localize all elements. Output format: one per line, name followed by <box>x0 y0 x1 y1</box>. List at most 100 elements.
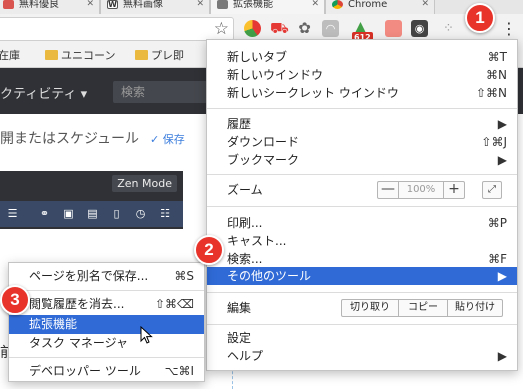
menu-separator <box>207 174 517 175</box>
menu-item-label: 新しいシークレット ウインドウ <box>227 86 399 100</box>
menu-item-shortcut: ⌘P <box>487 216 507 230</box>
menu-separator <box>9 290 204 291</box>
search-input[interactable]: 検索 <box>113 81 213 103</box>
submenu-item-task-manager[interactable]: タスク マネージャ <box>9 334 204 353</box>
menu-item-label: 閲覧履歴を消去... <box>29 297 125 311</box>
bookmark-label: 在庫 <box>0 49 20 62</box>
zoom-out-button[interactable]: — <box>378 182 398 198</box>
submenu-item-extensions[interactable]: 拡張機能 <box>9 315 204 334</box>
submenu-arrow-icon: ▶ <box>497 117 507 131</box>
omnibox[interactable]: ☆ <box>0 17 234 41</box>
productivity-dropdown[interactable]: クティビティ ▾ <box>0 83 87 102</box>
menu-item-downloads[interactable]: ダウンロード ⇧⌘J <box>207 133 517 151</box>
puzzle-icon <box>217 0 228 9</box>
submenu-item-save-page[interactable]: ページを別名で保存... ⌘S <box>9 267 204 286</box>
close-icon[interactable]: ✕ <box>421 0 429 9</box>
menu-item-label: タスク マネージャ <box>29 336 128 350</box>
editor-toolbar: Zen Mode ☰ ⚭ ▣ ▤ ▯ ◷ ☷ <box>0 171 183 229</box>
bookmark-folder[interactable]: ユニコーン <box>45 48 115 64</box>
paste-button[interactable]: 貼り付け <box>448 300 502 316</box>
chrome-logo-icon <box>332 0 343 9</box>
close-icon[interactable]: ✕ <box>311 0 319 9</box>
menu-item-label: 新しいウインドウ <box>227 68 324 82</box>
clock-icon[interactable]: ◷ <box>134 207 147 220</box>
image-icon[interactable]: ▣ <box>62 207 75 220</box>
menu-item-shortcut: ⌘F <box>488 252 507 266</box>
close-icon[interactable]: ✕ <box>196 0 204 9</box>
close-icon[interactable]: ✕ <box>86 0 94 9</box>
step-badge-1: 1 <box>465 3 495 33</box>
menu-item-print[interactable]: 印刷... ⌘P <box>207 214 517 232</box>
copy-button[interactable]: コピー <box>398 300 448 316</box>
submenu-arrow-icon: ▶ <box>497 269 507 283</box>
menu-item-shortcut: ⌘N <box>486 68 507 82</box>
indent-icon[interactable]: ☰ <box>6 207 19 220</box>
menu-item-more-tools[interactable]: その他のツール ▶ <box>207 267 517 285</box>
bookmark-label: ユニコーン <box>61 49 116 62</box>
more-tools-submenu: ページを別名で保存... ⌘S 閲覧履歴を消去... ⇧⌘⌫ 拡張機能 タスク … <box>8 262 205 382</box>
menu-item-bookmarks[interactable]: ブックマーク ▶ <box>207 151 517 169</box>
tab-1[interactable]: 無料優良 ✕ <box>0 0 100 14</box>
tab-2[interactable]: W 無料画像 ✕ <box>100 0 210 14</box>
favicon-red-icon <box>3 0 14 9</box>
tab-3[interactable]: 拡張機能 ✕ <box>210 0 325 14</box>
menu-item-label: 印刷... <box>227 216 263 230</box>
step-badge-2: 2 <box>194 235 224 265</box>
menu-item-help[interactable]: ヘルプ ▶ <box>207 347 517 365</box>
bookmark-folder[interactable]: プレ即 <box>135 48 184 64</box>
menu-item-cast[interactable]: キャスト... <box>207 232 517 250</box>
menu-item-find[interactable]: 検索... ⌘F <box>207 250 517 268</box>
menu-item-label: ダウンロード <box>227 135 300 149</box>
menu-item-new-window[interactable]: 新しいウインドウ ⌘N <box>207 66 517 84</box>
fullscreen-icon[interactable]: ⤢ <box>482 181 502 199</box>
step-badge-3: 3 <box>0 285 30 315</box>
folder-icon <box>135 50 148 60</box>
menu-item-new-incognito[interactable]: 新しいシークレット ウインドウ ⇧⌘N <box>207 84 517 102</box>
menu-item-label: 編集 <box>227 301 252 315</box>
menu-separator <box>207 324 517 325</box>
tab-4-label: Chrome <box>348 0 388 10</box>
bulb-extension-icon[interactable]: ◉ <box>411 20 428 37</box>
document-icon[interactable]: ▯ <box>110 207 123 220</box>
pie-chart-extension-icon[interactable] <box>244 20 261 37</box>
menu-item-shortcut: ⌥⌘I <box>164 364 194 378</box>
cart-extension-icon[interactable]: ⛟ <box>270 20 289 37</box>
flower-extension-icon[interactable]: ✿ <box>296 20 313 37</box>
save-button[interactable]: ✓ 保存 <box>150 131 185 147</box>
grid-extension-icon[interactable]: ⁘ <box>440 20 457 37</box>
bookmark-star-icon[interactable]: ☆ <box>214 19 229 39</box>
tab-3-label: 拡張機能 <box>233 0 273 10</box>
zoom-in-button[interactable]: + <box>444 182 464 198</box>
menu-item-history[interactable]: 履歴 ▶ <box>207 115 517 133</box>
zen-mode-button[interactable]: Zen Mode <box>112 175 177 192</box>
rss-extension-icon[interactable]: ◠ <box>322 20 339 37</box>
menu-item-label: ヘルプ <box>227 349 264 363</box>
zoom-control: — 100% + <box>377 181 465 199</box>
menu-item-new-tab[interactable]: 新しいタブ ⌘T <box>207 48 517 66</box>
link-icon[interactable]: ⚭ <box>38 207 51 220</box>
chrome-main-menu: 新しいタブ ⌘T 新しいウインドウ ⌘N 新しいシークレット ウインドウ ⇧⌘N… <box>206 39 518 371</box>
chrome-menu-icon[interactable]: ⋮ <box>500 19 518 39</box>
menu-item-label: ページを別名で保存... <box>29 269 149 283</box>
submenu-item-developer-tools[interactable]: デベロッパー ツール ⌥⌘I <box>9 362 204 381</box>
tab-strip: 無料優良 ✕ W 無料画像 ✕ 拡張機能 ✕ Chrome ✕ <box>0 0 523 14</box>
menu-item-label: 新しいタブ <box>227 50 288 64</box>
submenu-item-clear-history[interactable]: 閲覧履歴を消去... ⇧⌘⌫ <box>9 295 204 314</box>
menu-separator <box>207 292 517 293</box>
menu-item-label: 検索... <box>227 252 263 266</box>
face-extension-icon[interactable] <box>385 20 402 37</box>
menu-separator <box>207 108 517 109</box>
video-icon[interactable]: ▤ <box>86 207 99 220</box>
bookmark-item[interactable]: 在庫 <box>0 48 20 64</box>
table-icon[interactable]: ☷ <box>156 207 174 220</box>
editor-icons-row: ☰ ⚭ ▣ ▤ ▯ ◷ ☷ <box>0 201 183 227</box>
menu-item-label: 履歴 <box>227 117 252 131</box>
schedule-text: 開またはスケジュール <box>0 131 140 147</box>
mouse-cursor-icon <box>140 326 153 344</box>
menu-item-edit: 編集 切り取り コピー 貼り付け <box>207 296 517 320</box>
menu-item-label: ブックマーク <box>227 153 300 167</box>
cut-button[interactable]: 切り取り <box>342 300 398 316</box>
tab-1-label: 無料優良 <box>19 0 59 10</box>
tab-4[interactable]: Chrome ✕ <box>325 0 435 14</box>
menu-item-settings[interactable]: 設定 <box>207 329 517 347</box>
